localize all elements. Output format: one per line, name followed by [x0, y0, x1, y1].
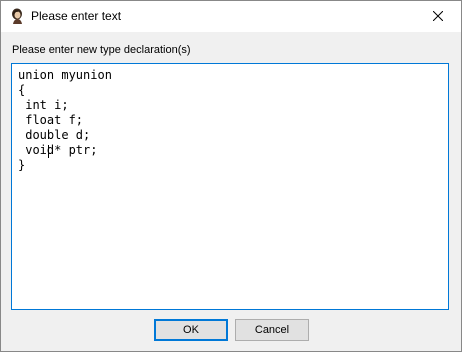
title-bar[interactable]: Please enter text	[1, 1, 461, 32]
declaration-textarea[interactable]: union myunion { int i; float f; double d…	[11, 63, 449, 310]
window-title: Please enter text	[31, 9, 122, 23]
ok-button[interactable]: OK	[154, 319, 228, 341]
declaration-text[interactable]: union myunion { int i; float f; double d…	[12, 64, 448, 173]
cancel-button[interactable]: Cancel	[235, 319, 309, 341]
prompt-label: Please enter new type declaration(s)	[12, 44, 191, 56]
close-icon	[433, 11, 443, 21]
portrait-icon	[9, 8, 25, 24]
close-button[interactable]	[415, 1, 461, 32]
text-caret	[48, 145, 49, 158]
dialog-window: Please enter text Please enter new type …	[0, 0, 462, 352]
